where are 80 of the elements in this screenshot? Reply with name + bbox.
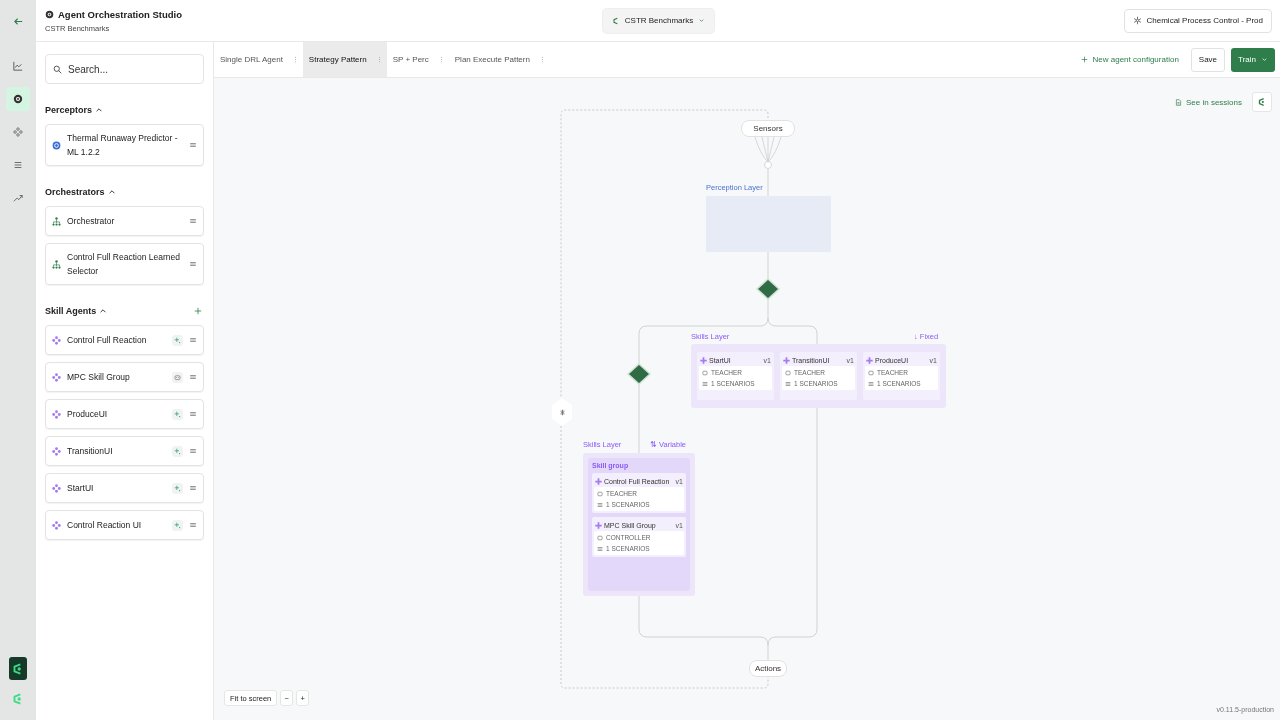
section-title: Skill Agents xyxy=(45,306,97,316)
hierarchy-icon xyxy=(52,259,61,269)
drag-handle-icon[interactable] xyxy=(189,336,197,344)
document-icon xyxy=(1174,98,1182,106)
drag-handle-icon[interactable] xyxy=(189,447,197,455)
agent-name: MPC Skill Group xyxy=(67,371,131,384)
project-dropdown[interactable]: CSTR Benchmarks xyxy=(602,8,715,33)
agent-name: TransitionUI xyxy=(67,445,114,458)
environment-button[interactable]: Chemical Process Control - Prod xyxy=(1123,8,1272,33)
train-button[interactable]: Train xyxy=(1231,47,1275,72)
agent-icon xyxy=(45,9,54,19)
see-in-sessions-link[interactable]: See in sessions xyxy=(1174,97,1242,107)
add-icon[interactable] xyxy=(194,307,202,315)
list-icon xyxy=(702,380,708,387)
skill-icon xyxy=(700,356,707,364)
caret-icon[interactable] xyxy=(107,188,116,196)
plus-icon xyxy=(1080,56,1088,63)
sensors-node[interactable]: Sensors xyxy=(741,120,795,137)
sensor-fan-drawing xyxy=(754,136,782,169)
decision-node[interactable] xyxy=(626,363,652,385)
caret-icon[interactable] xyxy=(99,307,108,315)
drag-handle-icon[interactable] xyxy=(189,484,197,492)
agent-card[interactable]: Control Full Reaction xyxy=(45,325,204,355)
skill-icon xyxy=(595,521,602,529)
pattern-tab[interactable]: Strategy Pattern xyxy=(302,42,387,77)
drag-handle-icon[interactable] xyxy=(189,521,197,529)
drag-handle-icon[interactable] xyxy=(189,410,197,418)
perceptor-icon xyxy=(52,140,61,150)
agent-card[interactable]: MPC Skill Group xyxy=(45,362,204,392)
drag-handle-icon[interactable] xyxy=(189,141,197,149)
agent-card[interactable]: Thermal Runaway Predictor - ML 1.2.2 xyxy=(45,124,204,166)
hierarchy-icon xyxy=(52,216,61,226)
skill-icon xyxy=(783,356,790,364)
new-configuration-link[interactable]: New agent configuration xyxy=(1080,55,1179,64)
decision-node[interactable] xyxy=(755,278,781,300)
drag-handle-icon[interactable] xyxy=(189,373,197,381)
skill-icon xyxy=(52,409,61,419)
skill-icon xyxy=(52,446,61,456)
logo-icon xyxy=(1257,97,1267,107)
hub-node[interactable] xyxy=(552,398,572,426)
list-icon xyxy=(785,380,791,387)
logo-button[interactable] xyxy=(1252,92,1272,112)
logo-icon xyxy=(611,16,620,25)
save-button[interactable]: Save xyxy=(1190,47,1226,72)
caret-icon xyxy=(1261,56,1268,63)
list-icon xyxy=(597,545,603,552)
agent-card[interactable]: ProduceUI xyxy=(45,399,204,429)
section-title: Perceptors xyxy=(45,105,93,115)
atom-icon xyxy=(1132,16,1142,25)
logo-icon xyxy=(9,657,27,680)
agent-card[interactable]: Control Full Reaction Learned Selector xyxy=(45,243,204,285)
skill-icon xyxy=(52,483,61,493)
agent-card[interactable]: TransitionUI xyxy=(45,436,204,466)
agent-card[interactable]: Control Reaction UI xyxy=(45,510,204,540)
list-icon xyxy=(868,380,874,387)
search-field[interactable]: Search... xyxy=(45,54,204,84)
agent-name: Orchestrator xyxy=(67,215,116,228)
agent-nav-icon[interactable] xyxy=(6,87,30,111)
agent-name: Control Full Reaction Learned Selector xyxy=(67,251,181,278)
agent-card[interactable]: StartUI xyxy=(45,473,204,503)
skill-icon xyxy=(52,335,61,345)
drag-handle-icon[interactable] xyxy=(189,260,197,268)
actions-node[interactable]: Actions xyxy=(749,660,787,677)
agent-card[interactable]: Orchestrator xyxy=(45,206,204,236)
drag-handle-icon[interactable] xyxy=(189,217,197,225)
skill-icon xyxy=(52,372,61,382)
agent-name: Control Full Reaction xyxy=(67,334,148,347)
agent-name: Control Reaction UI xyxy=(67,519,143,532)
section-title: Orchestrators xyxy=(45,187,105,197)
skill-icon xyxy=(595,477,602,485)
app-title: Agent Orchestration Studio xyxy=(58,8,183,20)
agent-name: Thermal Runaway Predictor - ML 1.2.2 xyxy=(67,132,179,159)
list-icon xyxy=(597,501,603,508)
caret-icon xyxy=(698,17,706,24)
skill-icon xyxy=(52,520,61,530)
skill-icon xyxy=(866,356,873,364)
agent-name: ProduceUI xyxy=(67,408,109,421)
hub-icon xyxy=(558,408,566,416)
agent-name: StartUI xyxy=(67,482,95,495)
caret-icon[interactable] xyxy=(95,106,104,114)
